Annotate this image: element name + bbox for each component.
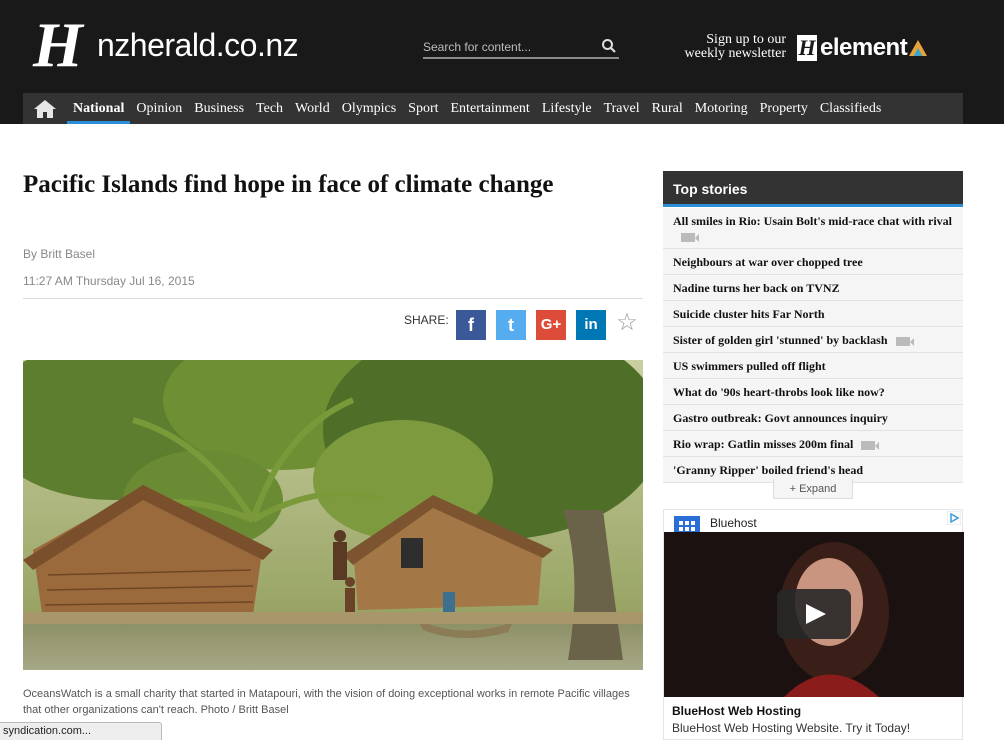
article-headline: Pacific Islands find hope in face of cli… [23,171,554,198]
article-byline[interactable]: By Britt Basel [23,247,95,261]
article-photo [23,360,643,670]
nav-item-rural[interactable]: Rural [646,93,689,124]
nav-item-entertainment[interactable]: Entertainment [445,93,536,124]
nav-item-lifestyle[interactable]: Lifestyle [536,93,598,124]
top-story-item[interactable]: Neighbours at war over chopped tree [663,249,963,275]
top-story-link[interactable]: Sister of golden girl 'stunned' by backl… [673,333,888,347]
village-photo-image [23,360,643,670]
top-story-link[interactable]: Nadine turns her back on TVNZ [673,281,840,295]
top-story-item[interactable]: US swimmers pulled off flight [663,353,963,379]
ad-description: BlueHost Web Hosting Website. Try it Tod… [672,721,911,735]
nav-item-motoring[interactable]: Motoring [689,93,754,124]
herald-logo-mark[interactable]: H [33,12,85,78]
search-icon[interactable] [601,38,617,54]
main-nav: National Opinion Business Tech World Olympics… [23,93,963,124]
ad-title[interactable]: Bluehost [710,516,757,530]
divider [23,298,643,299]
ad-headline[interactable]: BlueHost Web Hosting [672,704,801,718]
top-story-link[interactable]: All smiles in Rio: Usain Bolt's mid-race… [673,214,952,228]
site-logo-text[interactable]: nzherald.co.nz [97,27,299,64]
nav-item-tech[interactable]: Tech [250,93,289,124]
share-facebook-button[interactable]: f [456,310,486,340]
nav-item-sport[interactable]: Sport [402,93,444,124]
search-box [423,35,619,59]
top-story-link[interactable]: US swimmers pulled off flight [673,359,826,373]
newsletter-line-1: Sign up to our [706,32,786,47]
play-button[interactable] [777,589,851,639]
browser-status-bar: syndication.com... [0,722,162,740]
top-story-item[interactable]: All smiles in Rio: Usain Bolt's mid-race… [663,208,963,249]
share-label: SHARE: [404,313,449,327]
photo-caption: OceansWatch is a small charity that star… [23,688,630,716]
ad-unit[interactable]: Bluehost BlueHost Web Hosting BlueHost W… [663,509,964,740]
nav-items: National Opinion Business Tech World Olympics… [67,93,887,124]
site-header: H nzherald.co.nz Sign up to our weekly n… [0,0,1004,124]
top-story-item[interactable]: Gastro outbreak: Govt announces inquiry [663,405,963,431]
top-stories-title: Top stories [663,171,963,207]
play-icon [806,604,826,624]
element-triangle-icon [909,40,928,56]
nav-item-property[interactable]: Property [754,93,814,124]
top-story-link[interactable]: Neighbours at war over chopped tree [673,255,863,269]
save-star-icon[interactable]: ☆ [615,310,639,336]
top-stories-list: All smiles in Rio: Usain Bolt's mid-race… [663,208,963,483]
element-magazine-logo[interactable]: H element [797,34,928,62]
nav-item-travel[interactable]: Travel [598,93,646,124]
element-logo-text: element [820,34,908,61]
nav-item-business[interactable]: Business [188,93,250,124]
top-story-link[interactable]: Suicide cluster hits Far North [673,307,825,321]
video-camera-icon [681,232,699,242]
top-story-link[interactable]: What do '90s heart-throbs look like now? [673,385,885,399]
nav-item-national[interactable]: National [67,93,131,124]
top-story-link[interactable]: 'Granny Ripper' boiled friend's head [673,463,863,477]
top-story-item[interactable]: Suicide cluster hits Far North [663,301,963,327]
nav-item-opinion[interactable]: Opinion [130,93,188,124]
share-linkedin-button[interactable]: in [576,310,606,340]
video-camera-icon [895,336,914,346]
nav-item-olympics[interactable]: Olympics [336,93,402,124]
top-story-item[interactable]: Rio wrap: Gatlin misses 200m final [663,431,963,457]
share-twitter-button[interactable]: t [496,310,526,340]
top-story-link[interactable]: Gastro outbreak: Govt announces inquiry [673,411,888,425]
top-story-item[interactable]: Nadine turns her back on TVNZ [663,275,963,301]
top-story-link[interactable]: Rio wrap: Gatlin misses 200m final [673,437,853,451]
search-input[interactable] [423,37,593,57]
home-icon [34,99,56,118]
home-button[interactable] [23,93,67,124]
adchoices-icon[interactable] [947,511,961,525]
top-story-item[interactable]: What do '90s heart-throbs look like now? [663,379,963,405]
top-story-item[interactable]: Sister of golden girl 'stunned' by backl… [663,327,963,353]
expand-button[interactable]: + Expand [773,479,853,499]
newsletter-line-2: weekly newsletter [684,46,786,61]
nav-item-world[interactable]: World [289,93,336,124]
nav-item-classifieds[interactable]: Classifieds [814,93,887,124]
newsletter-signup-link[interactable]: Sign up to our weekly newsletter [662,33,786,61]
article-timestamp: 11:27 AM Thursday Jul 16, 2015 [23,274,195,288]
ad-video[interactable] [664,532,964,697]
share-google-plus-button[interactable]: G+ [536,310,566,340]
video-camera-icon [861,440,880,450]
element-h-mark: H [797,35,817,61]
